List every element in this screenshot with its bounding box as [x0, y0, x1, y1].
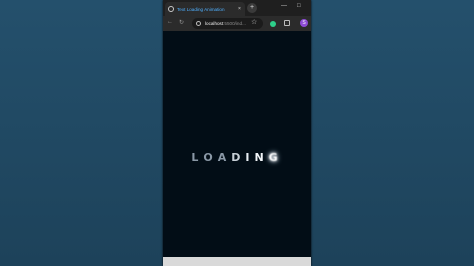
tab-text-loading-animation[interactable]: Text Loading Animation × [165, 2, 245, 16]
globe-icon [168, 6, 174, 12]
extensions-puzzle-icon[interactable] [284, 20, 290, 26]
bookmark-star-icon[interactable]: ☆ [251, 18, 257, 26]
extension-icon[interactable] [270, 21, 276, 27]
tab-strip: Text Loading Animation × + — □ [163, 0, 311, 16]
new-tab-button[interactable]: + [247, 3, 257, 13]
loading-letter: O [203, 151, 218, 164]
url-text: localhost:5500/ind... [205, 21, 246, 26]
browser-toolbar: ← ↻ localhost:5500/ind... ☆ S [163, 16, 311, 31]
backdrop-left [0, 0, 163, 266]
loading-letter: L [191, 151, 204, 164]
reload-icon[interactable]: ↻ [179, 19, 184, 26]
site-info-icon[interactable] [196, 21, 201, 26]
url-path: :5500/ind... [223, 21, 246, 26]
horizontal-scrollbar[interactable] [163, 257, 311, 266]
loading-letter: D [231, 151, 246, 164]
url-host: localhost [205, 21, 224, 26]
tab-title: Text Loading Animation [177, 6, 225, 12]
loading-letter: I [245, 151, 255, 164]
page-viewport: LOADING [163, 31, 311, 257]
back-icon[interactable]: ← [167, 19, 173, 25]
maximize-icon[interactable]: □ [297, 3, 301, 9]
browser-window: Text Loading Animation × + — □ ← ↻ local… [163, 0, 311, 266]
minimize-icon[interactable]: — [281, 3, 287, 9]
loading-text: LOADING [163, 151, 311, 164]
close-icon[interactable]: × [238, 6, 241, 12]
loading-letter: A [217, 151, 232, 164]
backdrop-right [311, 0, 474, 266]
loading-letter: G [268, 151, 283, 164]
profile-avatar[interactable]: S [300, 19, 308, 27]
loading-letter: N [254, 151, 269, 164]
